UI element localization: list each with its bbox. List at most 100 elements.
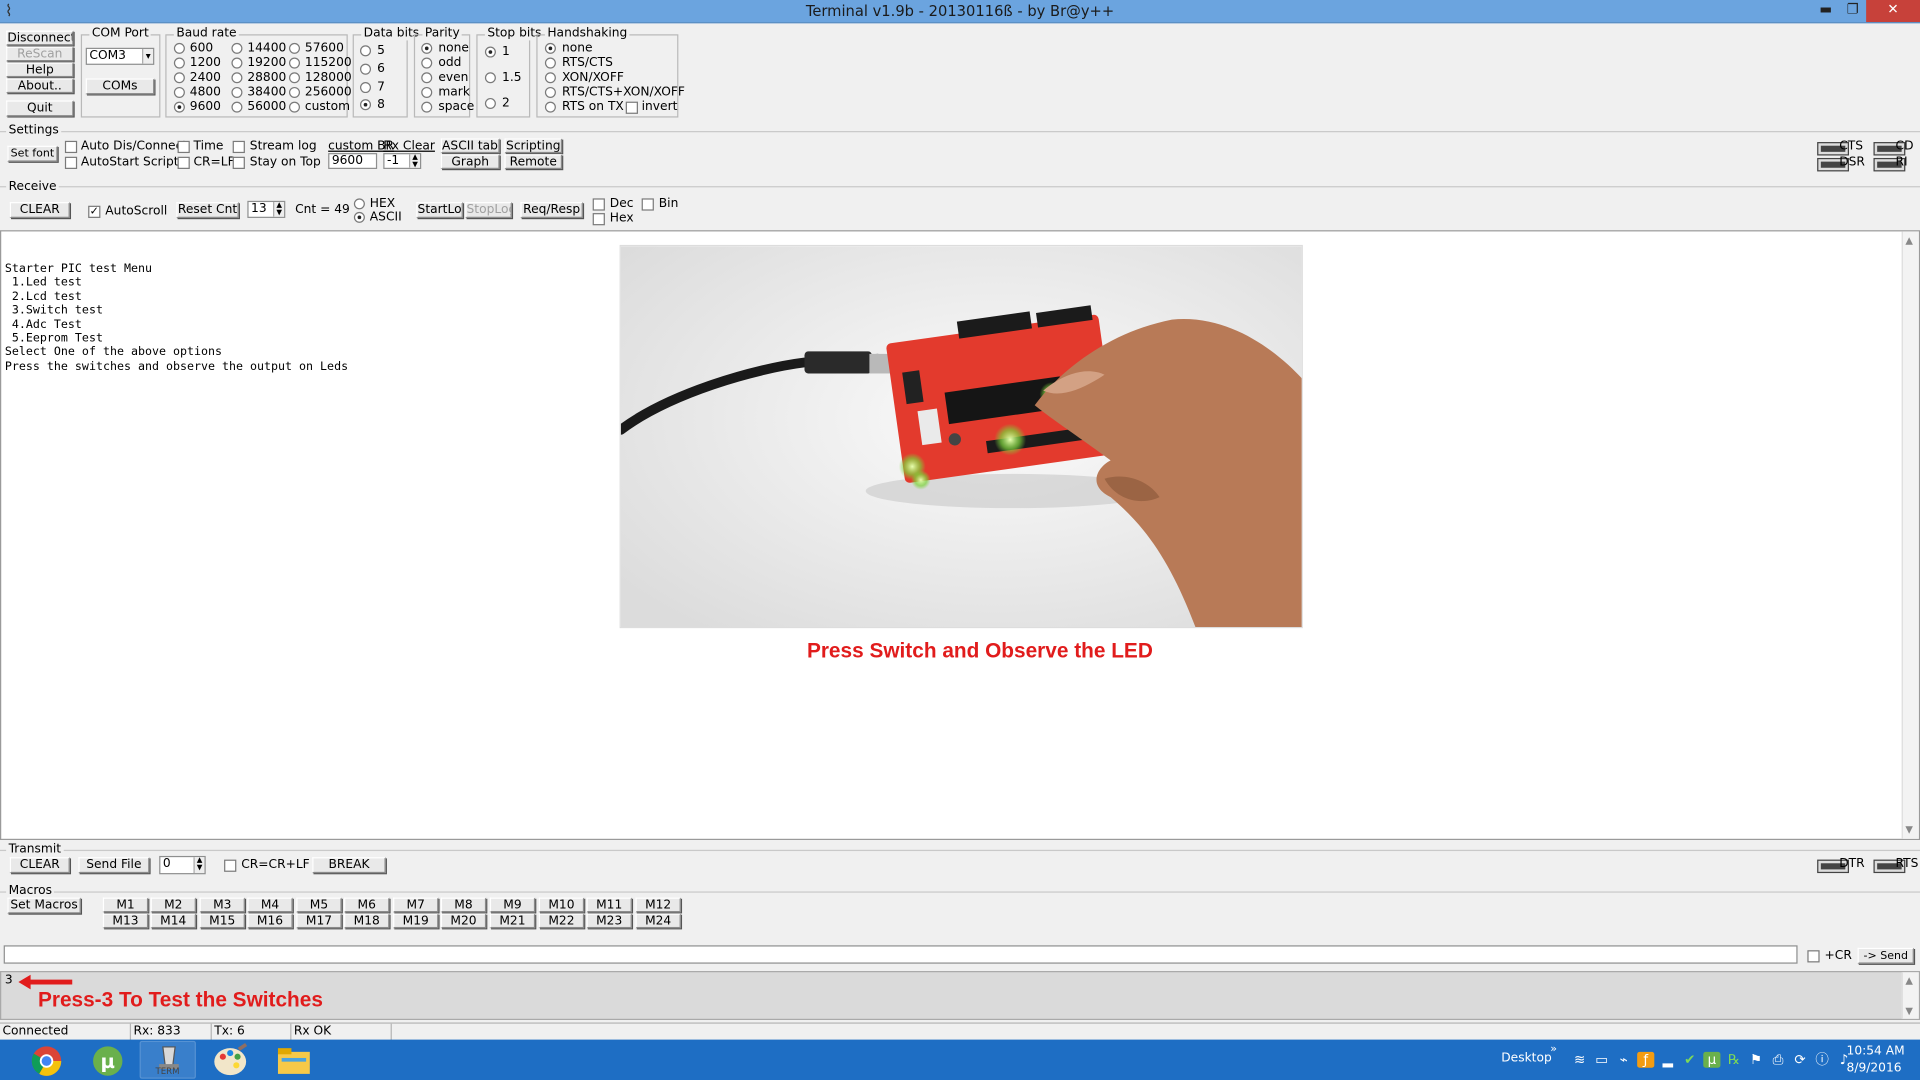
receive-scrollbar[interactable]: ▲ ▼ xyxy=(1901,231,1919,839)
parity-mark-radio[interactable] xyxy=(421,86,433,98)
macro-m20-button[interactable]: M20 xyxy=(440,913,487,929)
baud-9600-radio[interactable] xyxy=(173,101,185,113)
baud-custom-radio[interactable] xyxy=(288,101,301,113)
set-macros-button[interactable]: Set Macros xyxy=(7,897,81,914)
macro-m22-button[interactable]: M22 xyxy=(538,913,585,929)
plus-cr-checkbox[interactable] xyxy=(1807,950,1820,963)
graph-button[interactable]: Graph xyxy=(440,154,500,169)
scroll-up-icon[interactable]: ▲ xyxy=(1905,235,1913,246)
spinner-arrows-icon[interactable]: ▲ ▼ xyxy=(193,857,205,874)
clock-date[interactable]: 8/9/2016 xyxy=(1847,1062,1902,1080)
chevron-right-icon[interactable]: » xyxy=(1550,1043,1557,1080)
maximize-button[interactable]: ❐ xyxy=(1839,0,1866,22)
receive-clear-button[interactable]: CLEAR xyxy=(9,202,70,218)
wifi-icon[interactable]: ≋ xyxy=(1571,1052,1588,1068)
quit-button[interactable]: Quit xyxy=(6,100,74,117)
usb-icon[interactable]: ⌁ xyxy=(1615,1052,1632,1068)
spinner-arrows-icon[interactable]: ▲ ▼ xyxy=(408,154,421,168)
baud-38400-radio[interactable] xyxy=(231,86,243,98)
stream-log-checkbox[interactable] xyxy=(232,140,245,154)
reset-cnt-button[interactable]: Reset Cnt xyxy=(176,202,239,218)
macro-m3-button[interactable]: M3 xyxy=(199,897,245,913)
macro-m13-button[interactable]: M13 xyxy=(102,913,149,929)
transmit-scrollbar[interactable]: ▲ ▼ xyxy=(1901,972,1919,1019)
send-file-button[interactable]: Send File xyxy=(78,857,150,874)
baud-2400-radio[interactable] xyxy=(173,72,185,84)
rescan-button[interactable]: ReScan xyxy=(6,46,74,62)
remote-button[interactable]: Remote xyxy=(504,154,563,169)
handshaking-rts-cts-xon-xoff-radio[interactable] xyxy=(544,86,556,98)
ascii-radio[interactable] xyxy=(353,211,365,223)
chrome-icon[interactable] xyxy=(17,1041,73,1079)
parity-none-radio[interactable] xyxy=(421,42,433,54)
cr-lf-checkbox[interactable] xyxy=(177,156,190,169)
macro-m5-button[interactable]: M5 xyxy=(296,897,342,913)
break-button[interactable]: BREAK xyxy=(312,857,386,874)
transmit-input[interactable] xyxy=(3,945,1798,964)
macro-m21-button[interactable]: M21 xyxy=(489,913,536,929)
macro-m16-button[interactable]: M16 xyxy=(247,913,293,929)
utorrent-icon[interactable]: µ xyxy=(78,1041,134,1079)
rx-icon[interactable]: ℞ xyxy=(1725,1052,1742,1068)
baud-14400-radio[interactable] xyxy=(231,42,243,54)
macro-m6-button[interactable]: M6 xyxy=(344,897,390,913)
coms-button[interactable]: COMs xyxy=(85,78,155,95)
baud-57600-radio[interactable] xyxy=(288,42,301,54)
macro-m14-button[interactable]: M14 xyxy=(150,913,196,929)
data-bits-7-radio[interactable] xyxy=(360,82,372,94)
scroll-up-icon[interactable]: ▲ xyxy=(1905,975,1913,986)
explorer-icon[interactable] xyxy=(264,1041,320,1079)
com-port-select[interactable]: COM3 ▾ xyxy=(85,47,155,65)
baud-600-radio[interactable] xyxy=(173,42,185,54)
hex-radio[interactable] xyxy=(353,198,365,210)
ascii-table-button[interactable]: ASCII table xyxy=(440,138,500,154)
macro-m23-button[interactable]: M23 xyxy=(586,913,632,929)
macro-m2-button[interactable]: M2 xyxy=(150,897,196,913)
macro-m10-button[interactable]: M10 xyxy=(538,897,585,913)
baud-28800-radio[interactable] xyxy=(231,72,243,84)
stop-bits-1-radio[interactable] xyxy=(484,46,496,58)
spinner-arrows-icon[interactable]: ▲ ▼ xyxy=(273,202,285,217)
stop-bits-1-5-radio[interactable] xyxy=(484,72,496,84)
flag-icon[interactable]: ⚑ xyxy=(1747,1052,1764,1068)
close-button[interactable]: ✕ xyxy=(1866,0,1920,23)
stay-on-top-checkbox[interactable] xyxy=(232,156,245,169)
data-bits-6-radio[interactable] xyxy=(360,63,372,75)
minimize-button[interactable]: ▬ xyxy=(1812,0,1839,22)
baud-256000-radio[interactable] xyxy=(288,86,301,98)
macro-m15-button[interactable]: M15 xyxy=(199,913,245,929)
parity-odd-radio[interactable] xyxy=(421,57,433,69)
cnt-spinner[interactable]: 13 ▲ ▼ xyxy=(247,200,286,218)
baud-19200-radio[interactable] xyxy=(231,57,243,69)
rx-clear-spinner[interactable]: -1 ▲ ▼ xyxy=(383,153,422,169)
receive-terminal[interactable]: Starter PIC test Menu 1.Led test 2.Lcd t… xyxy=(0,230,1920,841)
download-icon[interactable]: µ xyxy=(1703,1051,1721,1068)
data-bits-8-radio[interactable] xyxy=(360,99,372,111)
macro-m9-button[interactable]: M9 xyxy=(489,897,536,913)
desktop-label[interactable]: Desktop xyxy=(1501,1052,1552,1080)
send-button[interactable]: -> Send xyxy=(1857,947,1914,964)
autostart-script-checkbox[interactable] xyxy=(64,156,78,169)
terminal-icon[interactable]: TERM xyxy=(139,1040,196,1079)
macro-m18-button[interactable]: M18 xyxy=(344,913,390,929)
macro-m19-button[interactable]: M19 xyxy=(393,913,439,929)
scroll-down-icon[interactable]: ▼ xyxy=(1905,1005,1913,1016)
invert-checkbox[interactable] xyxy=(625,101,638,114)
stoplog-button[interactable]: StopLog xyxy=(465,202,512,218)
macro-m1-button[interactable]: M1 xyxy=(102,897,149,913)
checkmark-icon[interactable]: ✔ xyxy=(1681,1052,1698,1068)
flash-icon[interactable]: ƒ xyxy=(1637,1051,1655,1068)
macro-m11-button[interactable]: M11 xyxy=(586,897,632,913)
data-bits-5-radio[interactable] xyxy=(360,45,372,57)
baud-56000-radio[interactable] xyxy=(231,101,243,113)
macro-m7-button[interactable]: M7 xyxy=(393,897,439,913)
transmit-clear-button[interactable]: CLEAR xyxy=(9,857,70,874)
macro-m24-button[interactable]: M24 xyxy=(635,913,681,929)
scripting-button[interactable]: Scripting xyxy=(504,138,563,154)
autoscroll-checkbox[interactable]: ✓ xyxy=(88,205,101,218)
handshaking-rts-cts-radio[interactable] xyxy=(544,57,556,69)
transmit-spinner[interactable]: 0 ▲ ▼ xyxy=(159,855,206,875)
auto-dis-connect-checkbox[interactable] xyxy=(64,140,78,154)
transmit-history[interactable]: 3 Press-3 To Test the Switches ▲ ▼ xyxy=(0,971,1920,1021)
macro-m8-button[interactable]: M8 xyxy=(440,897,487,913)
